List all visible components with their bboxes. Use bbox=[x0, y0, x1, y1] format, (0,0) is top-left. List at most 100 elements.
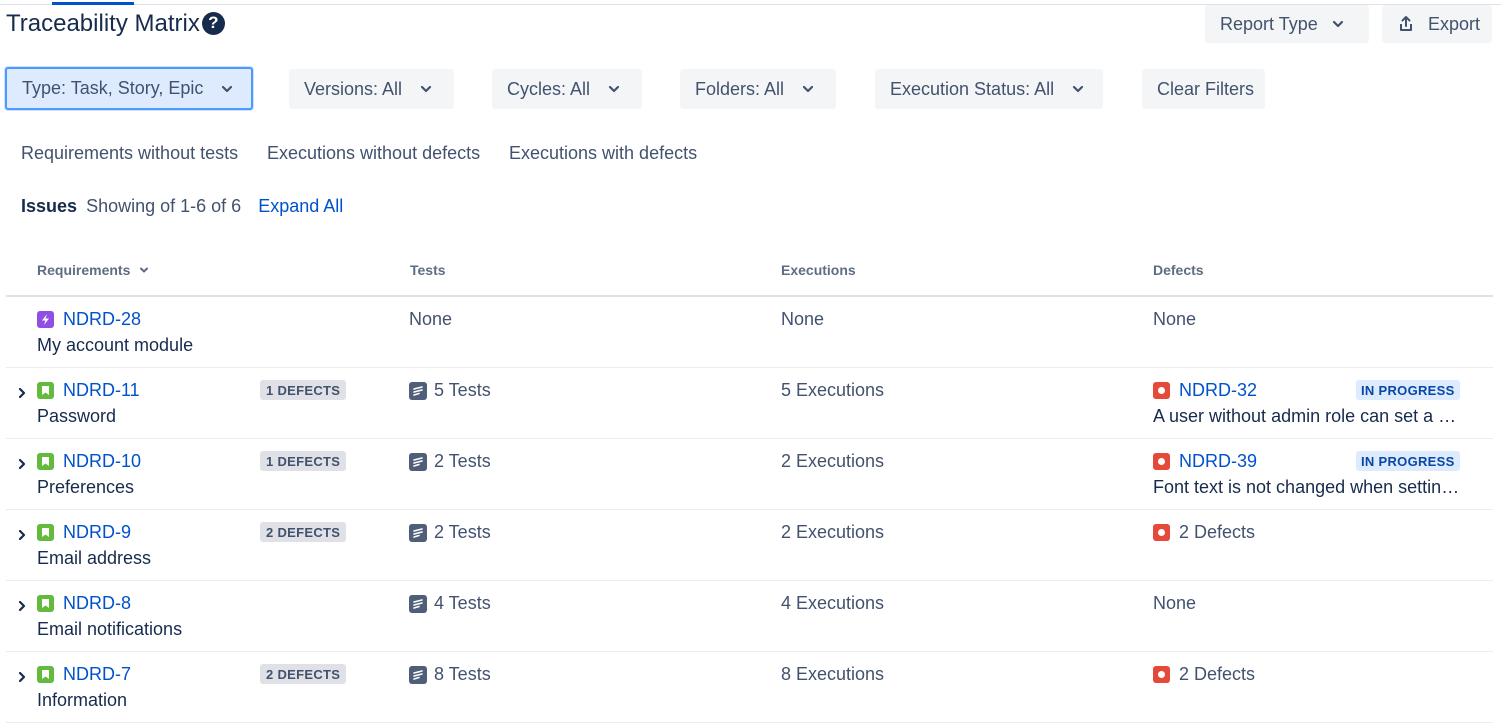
requirements-without-tests-link[interactable]: Requirements without tests bbox=[21, 143, 238, 164]
defect-summary: A user without admin role can set a n… bbox=[1153, 406, 1463, 426]
requirement-key: NDRD-8 bbox=[63, 593, 132, 613]
requirement-link[interactable]: NDRD-8 bbox=[37, 593, 131, 614]
type-filter-dropdown[interactable]: Type: Task, Story, Epic bbox=[5, 67, 253, 110]
defects-cell: None bbox=[1153, 309, 1196, 330]
executions-count: 4 Executions bbox=[781, 593, 885, 613]
tests-count: 5 Tests bbox=[434, 380, 491, 400]
table-row[interactable]: NDRD-11 Password 1 DEFECTS 5 Tests 5 Executi… bbox=[6, 368, 1493, 439]
requirement-key: NDRD-11 bbox=[63, 380, 140, 400]
defects-cell: None bbox=[1153, 593, 1196, 614]
defects-cell: 2 Defects bbox=[1153, 522, 1255, 543]
defect-link[interactable]: NDRD-32 bbox=[1179, 380, 1257, 401]
column-header-executions: Executions bbox=[781, 262, 856, 278]
page-title: Traceability Matrix ? bbox=[6, 10, 225, 38]
table-row[interactable]: NDRD-7 Information 2 DEFECTS 8 Tests 8 Execu… bbox=[6, 652, 1493, 723]
execution-status-filter-label: Execution Status: All bbox=[890, 78, 1055, 99]
chevron-down-icon bbox=[138, 264, 150, 276]
cycles-filter-dropdown[interactable]: Cycles: All bbox=[492, 69, 642, 109]
story-icon bbox=[37, 453, 54, 470]
execution-status-filter-dropdown[interactable]: Execution Status: All bbox=[875, 69, 1103, 109]
defects-cell[interactable]: NDRD-39 bbox=[1153, 451, 1257, 472]
defects-count-badge: 1 DEFECTS bbox=[260, 380, 347, 400]
versions-filter-dropdown[interactable]: Versions: All bbox=[289, 69, 454, 109]
defects-cell[interactable]: NDRD-32 bbox=[1153, 380, 1257, 401]
tests-cell[interactable]: 8 Tests bbox=[409, 664, 491, 685]
executions-count: 2 Executions bbox=[781, 522, 885, 542]
requirement-summary: Email notifications bbox=[37, 619, 183, 639]
chevron-right-icon[interactable] bbox=[16, 528, 28, 542]
requirement-summary: My account module bbox=[37, 335, 194, 355]
executions-count: 5 Executions bbox=[781, 380, 885, 400]
chevron-down-icon bbox=[1070, 81, 1086, 97]
requirement-key: NDRD-10 bbox=[63, 451, 142, 471]
chevron-right-icon[interactable] bbox=[16, 599, 28, 613]
requirement-link[interactable]: NDRD-28 bbox=[37, 309, 141, 330]
tests-cell[interactable]: 4 Tests bbox=[409, 593, 491, 614]
requirement-link[interactable]: NDRD-10 bbox=[37, 451, 141, 472]
defect-link[interactable]: NDRD-39 bbox=[1179, 451, 1257, 472]
cycles-filter-label: Cycles: All bbox=[507, 78, 591, 99]
chevron-down-icon bbox=[800, 81, 816, 97]
chevron-right-icon[interactable] bbox=[16, 386, 28, 400]
chevron-right-icon[interactable] bbox=[16, 457, 28, 471]
export-icon bbox=[1398, 15, 1414, 33]
column-header-requirements[interactable]: Requirements bbox=[37, 262, 150, 278]
test-icon bbox=[409, 452, 427, 471]
issues-count: Showing of 1-6 of 6 bbox=[86, 196, 242, 216]
table-row[interactable]: NDRD-28 My account module None None None bbox=[6, 297, 1493, 368]
expand-all-link[interactable]: Expand All bbox=[258, 196, 343, 216]
issues-label: Issues bbox=[21, 196, 78, 216]
chevron-right-icon[interactable] bbox=[16, 670, 28, 684]
export-button[interactable]: Export bbox=[1382, 5, 1492, 43]
test-icon bbox=[409, 594, 427, 613]
story-icon bbox=[37, 666, 54, 683]
report-type-label: Report Type bbox=[1220, 13, 1318, 34]
requirement-link[interactable]: NDRD-7 bbox=[37, 664, 131, 685]
tests-cell[interactable]: 2 Tests bbox=[409, 522, 491, 543]
executions-count: 8 Executions bbox=[781, 664, 885, 684]
versions-filter-label: Versions: All bbox=[304, 78, 403, 99]
tests-cell[interactable]: 5 Tests bbox=[409, 380, 491, 401]
executions-with-defects-link[interactable]: Executions with defects bbox=[509, 143, 697, 164]
tests-cell: None bbox=[409, 309, 452, 330]
table-row[interactable]: NDRD-8 Email notifications 4 Tests 4 Execut… bbox=[6, 581, 1493, 652]
bug-icon bbox=[1153, 666, 1170, 683]
executions-count: 2 Executions bbox=[781, 451, 885, 471]
requirement-key: NDRD-28 bbox=[63, 309, 142, 329]
test-icon bbox=[409, 381, 427, 400]
export-label: Export bbox=[1428, 13, 1481, 34]
requirement-link[interactable]: NDRD-9 bbox=[37, 522, 131, 543]
defect-summary: Font text is not changed when setting… bbox=[1153, 477, 1463, 497]
tests-count: 2 Tests bbox=[434, 451, 491, 471]
requirements-header-label: Requirements bbox=[37, 262, 131, 278]
report-type-button[interactable]: Report Type bbox=[1205, 5, 1369, 43]
executions-without-defects-link[interactable]: Executions without defects bbox=[267, 143, 480, 164]
requirement-key: NDRD-7 bbox=[63, 664, 132, 684]
requirement-link[interactable]: NDRD-11 bbox=[37, 380, 140, 401]
defect-status-badge: IN PROGRESS bbox=[1356, 451, 1460, 471]
tests-count: 4 Tests bbox=[434, 593, 491, 613]
issues-summary: Issues Showing of 1-6 of 6 Expand All bbox=[21, 196, 343, 217]
defects-cell: 2 Defects bbox=[1153, 664, 1255, 685]
executions-count: None bbox=[781, 309, 825, 329]
defects-count-badge: 2 DEFECTS bbox=[260, 664, 347, 684]
bug-icon bbox=[1153, 524, 1170, 541]
table-row[interactable]: NDRD-10 Preferences 1 DEFECTS 2 Tests 2 Exec… bbox=[6, 439, 1493, 510]
story-icon bbox=[37, 524, 54, 541]
table-row[interactable]: NDRD-9 Email address 2 DEFECTS 2 Tests 2 Exe… bbox=[6, 510, 1493, 581]
type-filter-label: Type: Task, Story, Epic bbox=[22, 78, 204, 98]
page-title-text: Traceability Matrix bbox=[6, 10, 200, 37]
defect-value: 2 Defects bbox=[1179, 664, 1256, 684]
column-header-defects: Defects bbox=[1153, 262, 1204, 278]
requirement-summary: Password bbox=[37, 406, 117, 426]
epic-icon bbox=[37, 311, 54, 328]
requirement-summary: Information bbox=[37, 690, 128, 710]
tests-cell[interactable]: 2 Tests bbox=[409, 451, 491, 472]
clear-filters-label: Clear Filters bbox=[1157, 78, 1255, 99]
question-circle-icon[interactable]: ? bbox=[201, 11, 225, 35]
chevron-down-icon bbox=[219, 81, 235, 97]
clear-filters-button[interactable]: Clear Filters bbox=[1142, 69, 1265, 109]
test-icon bbox=[409, 523, 427, 542]
folders-filter-dropdown[interactable]: Folders: All bbox=[680, 69, 836, 109]
bug-icon bbox=[1153, 453, 1170, 470]
